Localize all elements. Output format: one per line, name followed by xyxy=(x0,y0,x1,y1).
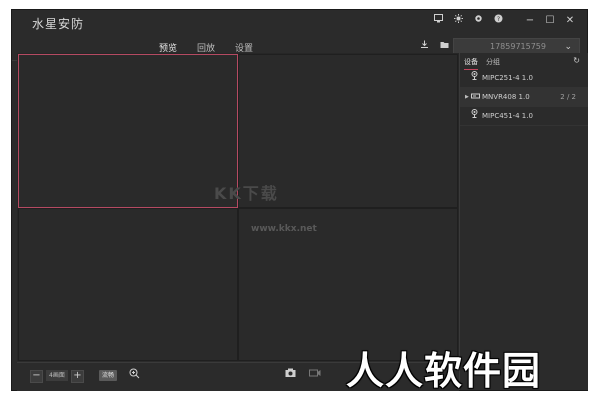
record-icon[interactable] xyxy=(309,368,321,381)
device-name: MNVR408 1.0 xyxy=(482,93,530,101)
device-item[interactable]: ▶ MNVR408 1.0 2 / 2 xyxy=(460,88,588,107)
decrease-screens-button[interactable]: − xyxy=(30,370,43,383)
svg-text:?: ? xyxy=(496,16,499,23)
snapshot-icon[interactable] xyxy=(285,368,296,381)
brand-watermark: 人人软件园 xyxy=(346,349,542,393)
refresh-icon[interactable]: ↻ xyxy=(573,56,580,65)
minimize-button[interactable]: − xyxy=(523,14,537,28)
device-name: MIPC451-4 1.0 xyxy=(482,112,533,120)
device-item[interactable]: MIPC451-4 1.0 xyxy=(460,107,588,126)
gear-icon[interactable] xyxy=(471,14,485,28)
increase-screens-button[interactable]: + xyxy=(71,370,84,383)
app-title: 水星安防 xyxy=(32,17,85,31)
device-count: 2 / 2 xyxy=(560,93,576,101)
video-cell-3[interactable] xyxy=(18,208,238,361)
sun-icon[interactable] xyxy=(451,14,465,28)
download-icon[interactable] xyxy=(420,40,430,50)
watermark-url: www.kkx.net xyxy=(251,224,317,234)
device-name: MIPC251-4 1.0 xyxy=(482,74,533,82)
window-toolbar: ? − ☐ ✕ xyxy=(431,14,577,28)
camera-icon xyxy=(471,107,478,125)
help-icon[interactable]: ? xyxy=(491,14,505,28)
monitor-icon[interactable] xyxy=(431,14,445,28)
folder-icon[interactable] xyxy=(440,40,450,50)
zoom-in-icon[interactable] xyxy=(129,368,140,382)
watermark-logo: KK下载 xyxy=(214,184,279,203)
expand-arrow-icon[interactable]: ▶ xyxy=(465,88,469,106)
stream-quality-button[interactable]: 流畅 xyxy=(99,370,118,381)
toolbar-separator xyxy=(511,14,517,28)
video-grid: KK下载 www.kkx.net xyxy=(17,53,459,361)
nav-tools xyxy=(420,40,450,50)
camera-icon xyxy=(471,69,478,87)
device-item[interactable]: MIPC251-4 1.0 xyxy=(460,69,588,88)
screen-layout-label: 4画面 xyxy=(46,370,68,381)
nvr-icon xyxy=(471,88,480,106)
app-window: 水星安防 ? − ☐ ✕ 预览 回放 设置 17859715759 ⌄ KK下载… xyxy=(11,9,588,391)
video-cell-1[interactable] xyxy=(18,54,238,208)
title-bar: 水星安防 ? − ☐ ✕ xyxy=(12,10,587,34)
maximize-button[interactable]: ☐ xyxy=(543,14,557,28)
close-button[interactable]: ✕ xyxy=(563,14,577,28)
